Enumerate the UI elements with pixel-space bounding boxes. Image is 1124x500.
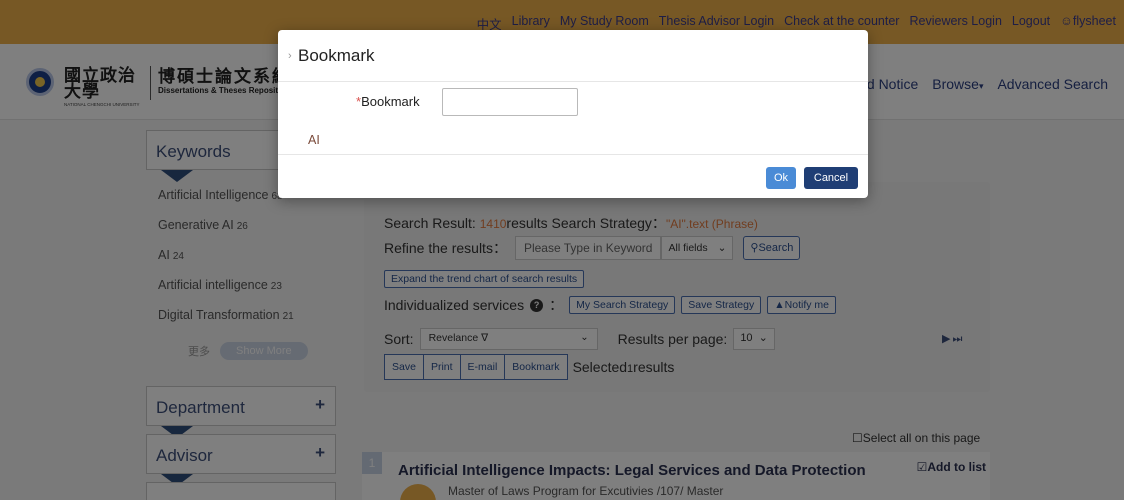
dialog-title: Bookmark — [298, 46, 375, 65]
bookmark-field-label: *Bookmark — [356, 94, 420, 109]
dialog-header: › Bookmark — [278, 30, 868, 82]
cancel-button[interactable]: Cancel — [804, 167, 858, 189]
bookmark-keyword-text: AI — [308, 133, 320, 147]
bookmark-label-text: Bookmark — [361, 94, 420, 109]
chevron-right-icon: › — [288, 50, 292, 62]
bookmark-dialog: › Bookmark *Bookmark AI Ok Cancel — [278, 30, 868, 198]
ok-button[interactable]: Ok — [766, 167, 796, 189]
bookmark-name-input[interactable] — [442, 88, 578, 116]
